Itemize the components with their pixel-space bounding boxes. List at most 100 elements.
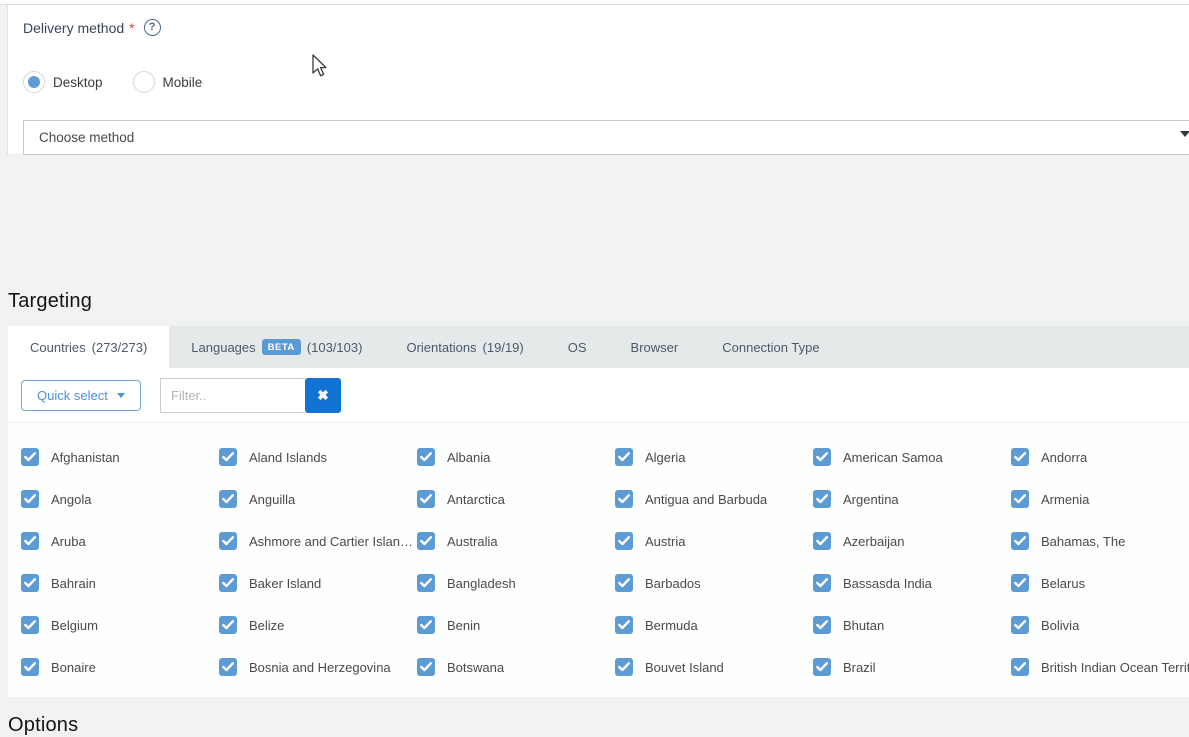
country-item[interactable]: American Samoa: [813, 448, 1011, 466]
country-label: Baker Island: [249, 575, 322, 591]
targeting-tabs: Countries (273/273) Languages BETA (103/103)…: [8, 326, 1189, 368]
country-item[interactable]: Bosnia and Herzegovina: [219, 658, 417, 676]
country-item[interactable]: Ashmore and Cartier Islan…: [219, 532, 417, 550]
tab-orientations[interactable]: Orientations (19/19): [384, 326, 545, 368]
country-label: Bermuda: [645, 617, 698, 633]
checkbox-checked-icon[interactable]: [813, 658, 831, 676]
delivery-method-select[interactable]: Choose method: [23, 120, 1189, 155]
checkbox-checked-icon[interactable]: [21, 574, 39, 592]
checkbox-checked-icon[interactable]: [615, 616, 633, 634]
checkbox-checked-icon[interactable]: [417, 532, 435, 550]
checkbox-checked-icon[interactable]: [1011, 490, 1029, 508]
filter-group: ✖: [160, 378, 341, 413]
checkbox-checked-icon[interactable]: [219, 574, 237, 592]
country-item[interactable]: Australia: [417, 532, 615, 550]
checkbox-checked-icon[interactable]: [1011, 574, 1029, 592]
country-item[interactable]: Afghanistan: [21, 448, 219, 466]
options-section-title: Options: [8, 714, 79, 736]
country-item[interactable]: Argentina: [813, 490, 1011, 508]
country-item[interactable]: Angola: [21, 490, 219, 508]
country-item[interactable]: Austria: [615, 532, 813, 550]
country-item[interactable]: Andorra: [1011, 448, 1189, 466]
method-select-value: Choose method: [39, 130, 135, 145]
radio-mobile[interactable]: Mobile: [132, 71, 202, 93]
checkbox-checked-icon[interactable]: [615, 574, 633, 592]
country-label: Antigua and Barbuda: [645, 491, 768, 507]
checkbox-checked-icon[interactable]: [417, 448, 435, 466]
checkbox-checked-icon[interactable]: [615, 658, 633, 676]
radio-desktop[interactable]: Desktop: [23, 71, 103, 93]
tab-browser[interactable]: Browser: [609, 326, 701, 368]
clear-filter-button[interactable]: ✖: [305, 378, 341, 413]
checkbox-checked-icon[interactable]: [1011, 448, 1029, 466]
country-item[interactable]: Bahamas, The: [1011, 532, 1189, 550]
checkbox-checked-icon[interactable]: [417, 658, 435, 676]
checkbox-checked-icon[interactable]: [1011, 532, 1029, 550]
country-item[interactable]: Bouvet Island: [615, 658, 813, 676]
checkbox-checked-icon[interactable]: [1011, 658, 1029, 676]
checkbox-checked-icon[interactable]: [219, 490, 237, 508]
country-item[interactable]: Antarctica: [417, 490, 615, 508]
tab-countries[interactable]: Countries (273/273): [8, 326, 170, 368]
country-item[interactable]: Bahrain: [21, 574, 219, 592]
checkbox-checked-icon[interactable]: [813, 616, 831, 634]
checkbox-checked-icon[interactable]: [21, 532, 39, 550]
checkbox-checked-icon[interactable]: [417, 574, 435, 592]
country-item[interactable]: Bangladesh: [417, 574, 615, 592]
checkbox-checked-icon[interactable]: [417, 490, 435, 508]
country-item[interactable]: Barbados: [615, 574, 813, 592]
checkbox-checked-icon[interactable]: [219, 448, 237, 466]
country-item[interactable]: Aland Islands: [219, 448, 417, 466]
country-item[interactable]: Bhutan: [813, 616, 1011, 634]
tab-label: Languages: [191, 339, 256, 355]
checkbox-checked-icon[interactable]: [21, 658, 39, 676]
country-item[interactable]: Bermuda: [615, 616, 813, 634]
checkbox-checked-icon[interactable]: [21, 448, 39, 466]
checkbox-checked-icon[interactable]: [813, 490, 831, 508]
country-item[interactable]: Aruba: [21, 532, 219, 550]
help-icon[interactable]: ?: [143, 19, 161, 36]
quick-select-button[interactable]: Quick select: [21, 380, 141, 411]
country-item[interactable]: Algeria: [615, 448, 813, 466]
filter-input[interactable]: [160, 378, 305, 413]
tab-languages[interactable]: Languages BETA (103/103): [169, 326, 384, 368]
country-item[interactable]: Armenia: [1011, 490, 1189, 508]
checkbox-checked-icon[interactable]: [813, 448, 831, 466]
checkbox-checked-icon[interactable]: [219, 658, 237, 676]
tab-os[interactable]: OS: [546, 326, 609, 368]
country-item[interactable]: Bassasda India: [813, 574, 1011, 592]
country-label: Angola: [51, 491, 92, 507]
checkbox-checked-icon[interactable]: [21, 616, 39, 634]
checkbox-checked-icon[interactable]: [219, 532, 237, 550]
country-label: Belgium: [51, 617, 98, 633]
country-item[interactable]: Brazil: [813, 658, 1011, 676]
quick-select-label: Quick select: [37, 388, 108, 403]
country-item[interactable]: Bolivia: [1011, 616, 1189, 634]
checkbox-checked-icon[interactable]: [219, 616, 237, 634]
country-label: Anguilla: [249, 491, 296, 507]
tab-connection-type[interactable]: Connection Type: [700, 326, 841, 368]
checkbox-checked-icon[interactable]: [1011, 616, 1029, 634]
country-item[interactable]: Anguilla: [219, 490, 417, 508]
checkbox-checked-icon[interactable]: [615, 490, 633, 508]
country-item[interactable]: British Indian Ocean Territ…: [1011, 658, 1189, 676]
checkbox-checked-icon[interactable]: [615, 532, 633, 550]
country-item[interactable]: Belarus: [1011, 574, 1189, 592]
checkbox-checked-icon[interactable]: [615, 448, 633, 466]
country-item[interactable]: Baker Island: [219, 574, 417, 592]
country-item[interactable]: Albania: [417, 448, 615, 466]
country-item[interactable]: Botswana: [417, 658, 615, 676]
country-item[interactable]: Belgium: [21, 616, 219, 634]
country-item[interactable]: Benin: [417, 616, 615, 634]
country-label: Argentina: [843, 491, 899, 507]
country-item[interactable]: Belize: [219, 616, 417, 634]
checkbox-checked-icon[interactable]: [21, 490, 39, 508]
country-item[interactable]: Antigua and Barbuda: [615, 490, 813, 508]
tab-label: Connection Type: [722, 339, 820, 355]
checkbox-checked-icon[interactable]: [813, 574, 831, 592]
checkbox-checked-icon[interactable]: [813, 532, 831, 550]
radio-label: Desktop: [53, 74, 103, 90]
country-item[interactable]: Azerbaijan: [813, 532, 1011, 550]
checkbox-checked-icon[interactable]: [417, 616, 435, 634]
country-item[interactable]: Bonaire: [21, 658, 219, 676]
